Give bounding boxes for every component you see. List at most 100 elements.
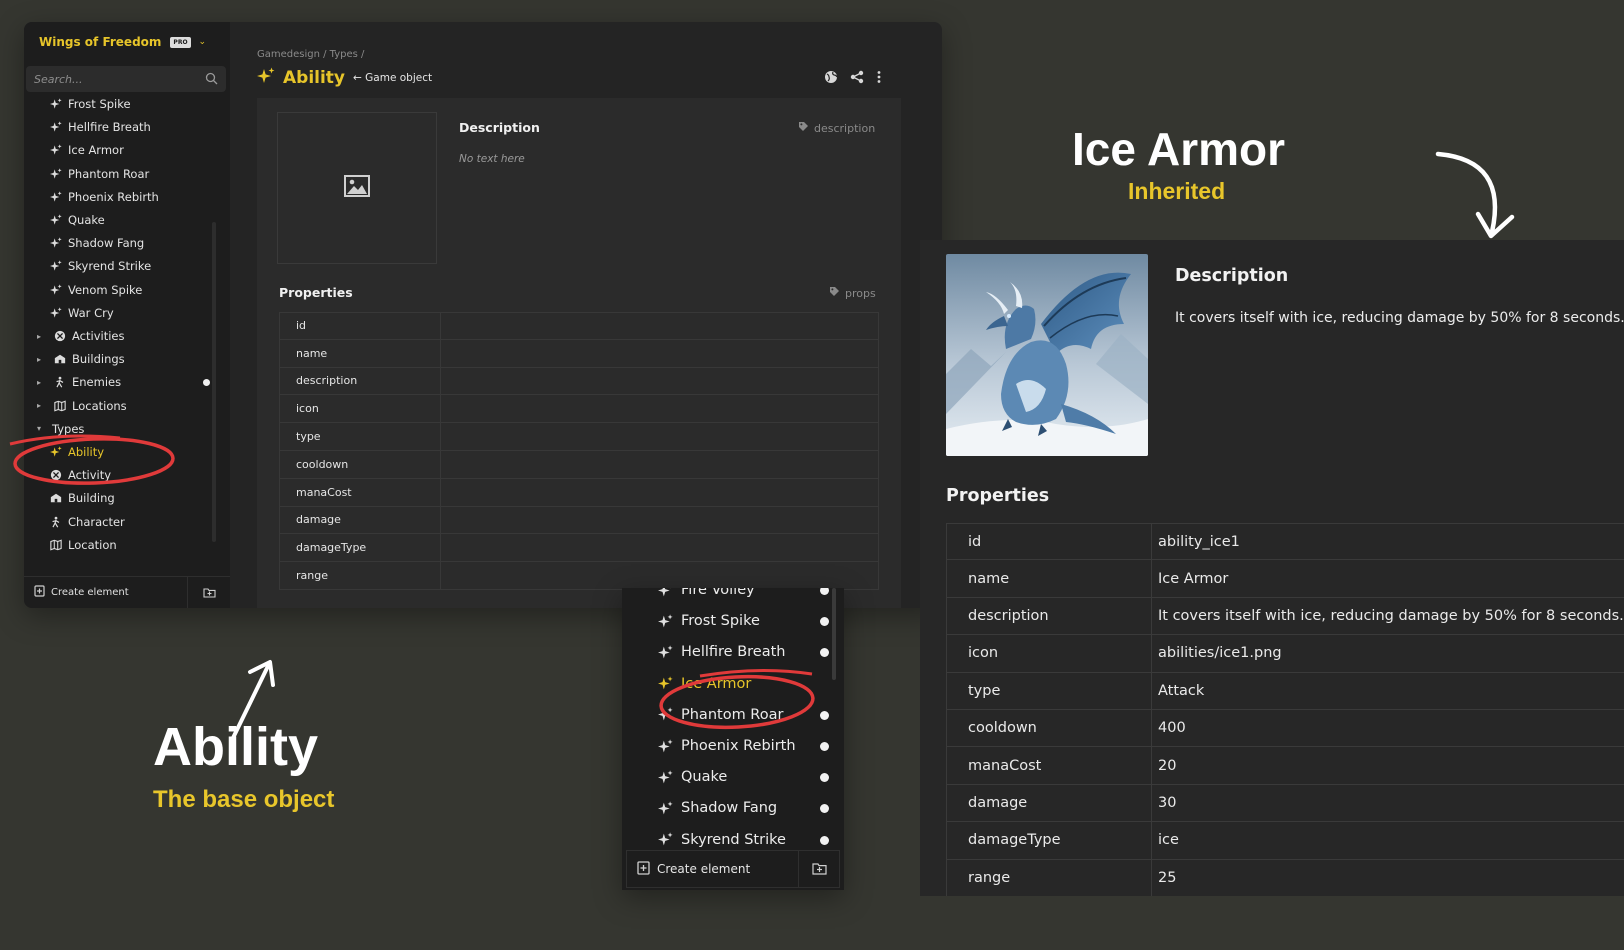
create-element-button[interactable]: Create element (627, 850, 799, 888)
property-value-empty[interactable] (441, 340, 878, 367)
image-icon (344, 175, 370, 201)
description-empty-text[interactable]: No text here (459, 153, 525, 165)
property-value[interactable]: 30 (1152, 785, 1624, 821)
character-icon (48, 514, 64, 530)
status-dot (820, 617, 829, 627)
description-tag-label: description (814, 121, 876, 135)
create-element-button[interactable]: Create element (24, 576, 188, 608)
sidebar-item-hellfire-breath[interactable]: Hellfire Breath (48, 116, 151, 138)
project-switcher[interactable]: Wings of Freedom PRO ⌄ (24, 22, 230, 62)
property-row: damage (279, 506, 879, 535)
property-value-empty[interactable] (441, 451, 878, 478)
property-key: cooldown (947, 709, 1152, 747)
property-value[interactable]: Attack (1152, 673, 1624, 709)
status-dot (820, 588, 829, 595)
sidebar-item-frost-spike[interactable]: Frost Spike (48, 94, 131, 115)
property-value-empty[interactable] (441, 479, 878, 506)
search-input[interactable] (34, 70, 194, 88)
sidebar-item-war-cry[interactable]: War Cry (48, 302, 114, 324)
list-item-hellfire-breath[interactable]: Hellfire Breath (656, 638, 785, 666)
property-value[interactable]: Ice Armor (1152, 560, 1624, 596)
list-item-label: Phantom Roar (681, 706, 784, 723)
property-value[interactable]: 20 (1152, 747, 1624, 783)
annotation-ability-title: Ability (153, 717, 319, 777)
breadcrumb[interactable]: Gamedesign / Types / (257, 49, 364, 60)
property-value-empty[interactable] (441, 423, 878, 450)
sidebar-item-activity[interactable]: Activity (48, 464, 111, 486)
property-value-empty[interactable] (441, 534, 878, 561)
sparkle-icon (656, 612, 674, 630)
property-key: damage (947, 784, 1152, 822)
tree-scrollbar[interactable] (212, 222, 216, 542)
caret-right-icon[interactable]: ▸ (37, 355, 41, 364)
property-value[interactable]: abilities/ice1.png (1152, 635, 1624, 671)
list-item-fire-volley[interactable]: Fire Volley (656, 588, 755, 604)
sidebar-item-building[interactable]: Building (48, 487, 115, 509)
property-value-empty[interactable] (441, 395, 878, 422)
caret-right-icon[interactable]: ▸ (37, 401, 41, 410)
editor-window: Wings of Freedom PRO ⌄ Frost Spike Hellfi… (24, 22, 942, 608)
sidebar-item-quake[interactable]: Quake (48, 209, 105, 231)
sparkle-icon (48, 444, 64, 460)
sidebar-item-location[interactable]: Location (48, 534, 117, 556)
search-icon[interactable] (205, 72, 218, 85)
ice-dragon-image[interactable] (946, 254, 1148, 456)
sidebar-item-label: Venom Spike (68, 282, 143, 297)
list-item-phantom-roar[interactable]: Phantom Roar (656, 701, 783, 729)
property-key: id (280, 313, 441, 339)
property-value-empty[interactable] (441, 562, 878, 589)
sidebar-item-skyrend-strike[interactable]: Skyrend Strike (48, 255, 151, 277)
sidebar-item-activities[interactable]: ▸ Activities (37, 325, 124, 347)
property-value[interactable]: It covers itself with ice, reducing dama… (1152, 598, 1624, 634)
sidebar-item-ice-armor[interactable]: Ice Armor (48, 139, 124, 161)
property-value[interactable]: ability_ice1 (1152, 524, 1624, 559)
image-placeholder[interactable] (277, 112, 437, 264)
list-item-frost-spike[interactable]: Frost Spike (656, 607, 760, 635)
property-key: id (947, 524, 1152, 560)
list-scrollbar[interactable] (832, 588, 836, 680)
list-item-ice-armor[interactable]: Ice Armor (656, 670, 751, 698)
new-folder-button[interactable] (799, 850, 839, 888)
create-element-label: Create element (657, 862, 751, 876)
more-vertical-icon[interactable] (876, 69, 882, 88)
sidebar-item-phantom-roar[interactable]: Phantom Roar (48, 163, 149, 185)
list-item-phoenix-rebirth[interactable]: Phoenix Rebirth (656, 732, 796, 760)
property-value[interactable]: 400 (1152, 710, 1624, 746)
sparkle-icon (48, 235, 64, 251)
character-icon (52, 374, 68, 390)
pro-badge: PRO (170, 36, 191, 48)
caret-down-icon[interactable]: ▾ (37, 424, 41, 433)
detail-description-text[interactable]: It covers itself with ice, reducing dama… (1175, 310, 1624, 326)
sidebar-item-buildings[interactable]: ▸ Buildings (37, 348, 125, 370)
property-value-empty[interactable] (441, 313, 878, 339)
caret-right-icon[interactable]: ▸ (37, 332, 41, 341)
parent-link[interactable]: ← Game object (353, 72, 432, 84)
search-box (26, 66, 226, 92)
property-value[interactable]: 25 (1152, 860, 1624, 896)
globe-icon[interactable] (824, 69, 838, 88)
property-value[interactable]: ice (1152, 822, 1624, 858)
list-item-shadow-fang[interactable]: Shadow Fang (656, 794, 777, 822)
properties-tag: props (829, 286, 876, 300)
sidebar-item-venom-spike[interactable]: Venom Spike (48, 279, 142, 301)
sidebar-item-enemies[interactable]: ▸ Enemies (37, 371, 121, 393)
caret-right-icon[interactable]: ▸ (37, 378, 41, 387)
property-row: id (279, 312, 879, 340)
sparkle-icon (656, 799, 674, 817)
sidebar-item-label: Shadow Fang (68, 236, 145, 251)
new-folder-button[interactable] (188, 577, 230, 609)
property-row: damageType (279, 534, 879, 563)
share-icon[interactable] (850, 69, 864, 88)
sidebar-item-character[interactable]: Character (48, 511, 125, 533)
property-value-empty[interactable] (441, 507, 878, 534)
folder-plus-icon (202, 583, 216, 602)
property-value-empty[interactable] (441, 368, 878, 395)
sidebar-item-types[interactable]: ▾ Types (37, 418, 84, 440)
sidebar-item-ability[interactable]: Ability (48, 441, 104, 463)
property-row: name (279, 339, 879, 368)
sidebar-item-shadow-fang[interactable]: Shadow Fang (48, 232, 144, 254)
list-item-quake[interactable]: Quake (656, 763, 727, 791)
chevron-down-icon[interactable]: ⌄ (199, 37, 207, 47)
sidebar-item-phoenix-rebirth[interactable]: Phoenix Rebirth (48, 186, 159, 208)
sidebar-item-locations[interactable]: ▸ Locations (37, 395, 127, 417)
